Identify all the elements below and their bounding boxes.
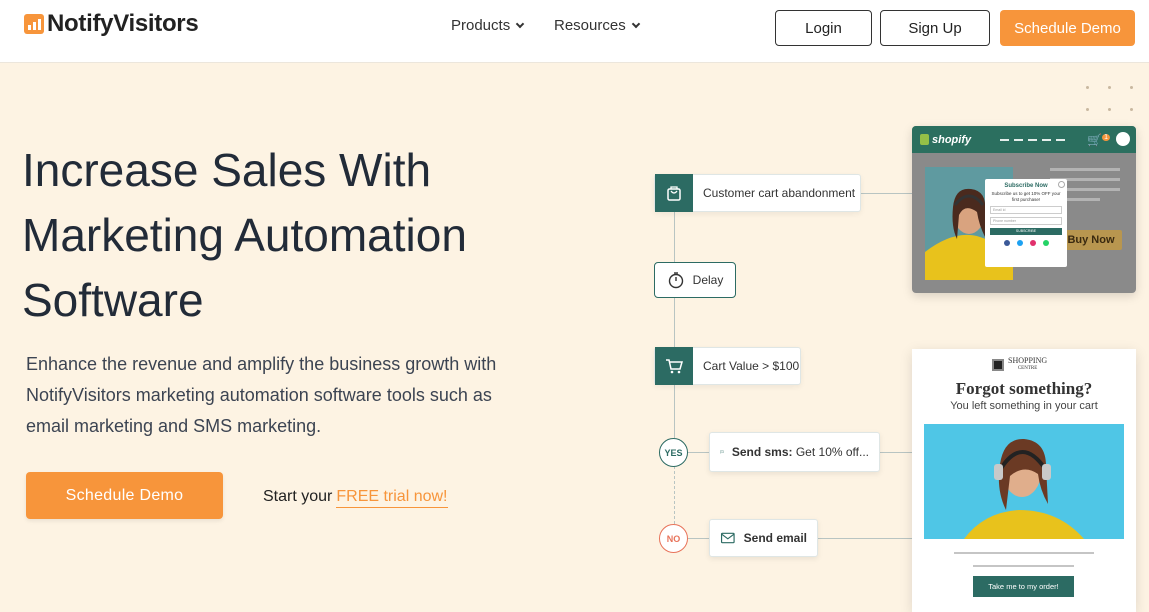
subscribe-button[interactable]: SUBSCRIBE — [990, 228, 1062, 235]
email-text-placeholder — [954, 552, 1094, 554]
shopify-bag-icon — [920, 134, 929, 145]
hero-title-line-2: Marketing Automation — [22, 209, 467, 261]
free-trial-link[interactable]: FREE trial now! — [336, 488, 448, 508]
trial-prefix: Start your — [263, 488, 333, 505]
signup-button[interactable]: Sign Up — [880, 10, 990, 46]
flow-connector — [674, 212, 675, 438]
shopify-logo: shopify — [920, 134, 971, 146]
top-navigation: NotifyVisitors Products Resources Login … — [0, 0, 1149, 63]
popup-title: Subscribe Now — [1004, 183, 1048, 189]
subscribe-popup: Subscribe Now Subscribe us to get 10% OF… — [985, 179, 1067, 267]
brand-icon — [992, 359, 1004, 371]
logo-chart-icon — [24, 14, 44, 34]
facebook-icon[interactable] — [1003, 240, 1010, 246]
popup-subtitle: Subscribe us to get 10% OFF your first p… — [991, 191, 1061, 202]
avatar — [1116, 132, 1130, 146]
flow-node-cart-value: Cart Value > $100 — [654, 347, 801, 385]
shopping-centre-logo: SHOPPING CENTRE — [992, 356, 1048, 372]
connector-email — [818, 538, 912, 539]
notifyvisitors-logo[interactable]: NotifyVisitors — [24, 10, 199, 38]
connector-to-shopify — [861, 193, 912, 194]
decorative-dots — [1080, 80, 1140, 120]
cart-value-label: Cart Value > $100 — [703, 359, 800, 373]
logo-text: NotifyVisitors — [47, 10, 199, 37]
flow-node-delay: Delay — [654, 262, 736, 298]
free-trial-text: Start your FREE trial now! — [263, 488, 448, 508]
shopify-logo-text: shopify — [932, 133, 972, 146]
popup-email-field[interactable]: Email id — [990, 206, 1062, 214]
instagram-icon[interactable] — [1029, 240, 1036, 246]
flow-node-send-sms: Send sms: Get 10% off... — [709, 432, 880, 472]
flow-connector-dashed — [674, 466, 675, 524]
hero-description: Enhance the revenue and amplify the busi… — [26, 354, 497, 436]
yes-badge: YES — [659, 438, 688, 467]
email-headline: Forgot something? — [955, 379, 1093, 398]
stopwatch-icon — [668, 272, 683, 289]
cart-abandonment-label: Customer cart abandonment — [703, 186, 856, 200]
hero-title-line-1: Increase Sales With — [22, 144, 432, 196]
connector-yes — [688, 452, 709, 453]
sms-chat-icon — [720, 450, 724, 454]
connector-sms — [880, 452, 912, 453]
brand-line-2: CENTRE — [1017, 366, 1038, 371]
brand-line-1: SHOPPING — [1008, 356, 1048, 365]
no-badge: NO — [659, 524, 688, 553]
email-model-photo — [924, 424, 1124, 539]
hero-title-line-3: Software — [22, 274, 204, 326]
cart-icon: 🛒 1 — [1087, 133, 1110, 147]
delay-label: Delay — [692, 273, 724, 287]
close-icon[interactable] — [1058, 181, 1065, 188]
social-icons — [990, 240, 1062, 246]
connector-no — [688, 538, 709, 539]
nav-products-label: Products — [451, 17, 511, 34]
chevron-down-icon — [515, 19, 525, 28]
flow-node-send-email: Send email — [709, 519, 818, 557]
shopify-header-bar: shopify 🛒 1 — [912, 126, 1136, 153]
buy-now-button[interactable]: Buy Now — [1060, 230, 1122, 250]
login-button[interactable]: Login — [775, 10, 872, 46]
email-subline: You left something in your cart — [950, 400, 1098, 412]
schedule-demo-button[interactable]: Schedule Demo — [26, 472, 223, 519]
nav-products[interactable]: Products — [451, 17, 525, 34]
email-text-placeholder — [973, 565, 1074, 567]
nav-resources-label: Resources — [554, 17, 626, 34]
shopify-menu-placeholder — [1000, 139, 1065, 141]
popup-phone-field[interactable]: Phone number — [990, 217, 1062, 225]
flow-node-cart-abandonment: Customer cart abandonment — [654, 174, 861, 212]
envelope-icon — [720, 532, 735, 544]
send-email-label: Send email — [743, 531, 807, 545]
chevron-down-icon — [631, 19, 640, 28]
send-sms-detail: Get 10% off... — [795, 445, 869, 459]
hero-title: Increase Sales With Marketing Automation… — [22, 138, 582, 333]
schedule-demo-nav-button[interactable]: Schedule Demo — [1000, 10, 1135, 46]
take-me-to-order-button[interactable]: Take me to my order! — [973, 576, 1074, 597]
nav-resources[interactable]: Resources — [554, 17, 640, 34]
shopping-bag-icon — [655, 174, 693, 212]
whatsapp-icon[interactable] — [1042, 240, 1049, 246]
twitter-icon[interactable] — [1016, 240, 1023, 246]
email-preview: SHOPPING CENTRE Forgot something? You lef… — [912, 349, 1136, 612]
shopping-cart-icon — [655, 347, 693, 385]
shopify-store-preview: shopify 🛒 1 Buy Now Subscribe Now Subscri… — [912, 126, 1136, 293]
send-sms-label: Send sms: — [731, 445, 793, 459]
cart-count-badge: 1 — [1102, 134, 1110, 141]
